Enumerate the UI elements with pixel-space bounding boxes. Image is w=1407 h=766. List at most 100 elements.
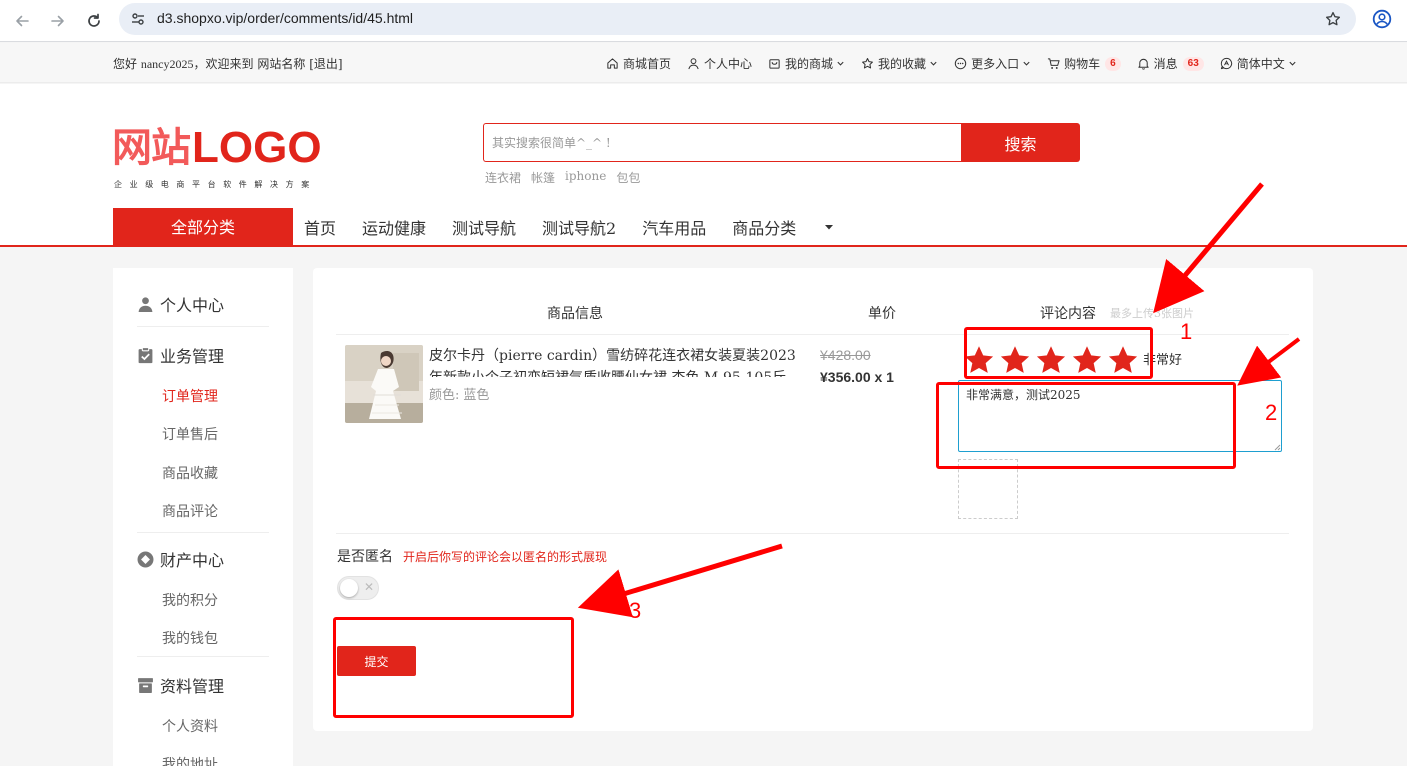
top-link-label: 消息 <box>1153 57 1178 71</box>
product-title[interactable]: 皮尔卡丹（pierre cardin）雪纺碎花连衣裙女装夏装2023年新款小个子… <box>429 345 799 377</box>
anonymous-toggle[interactable]: ✕ <box>337 576 379 600</box>
sidebar-divider <box>137 532 269 533</box>
hot-search-words: 连衣裙 帐篷 iphone 包包 <box>485 169 650 186</box>
address-bar[interactable]: d3.shopxo.vip/order/comments/id/45.html <box>119 3 1356 35</box>
table-divider <box>336 533 1289 534</box>
resize-handle-icon[interactable] <box>1274 444 1281 451</box>
sidebar-group-title: 个人中心 <box>160 296 225 315</box>
image-upload-slot[interactable] <box>958 459 1018 519</box>
nav-item-test-nav[interactable]: 测试导航 <box>452 215 516 239</box>
product-spec-value: 蓝色 <box>463 388 490 403</box>
top-link-label: 个人中心 <box>704 57 753 71</box>
sidebar-item-reviews[interactable]: 商品评论 <box>162 501 218 521</box>
person-icon <box>137 296 154 313</box>
nav-item-auto-supplies[interactable]: 汽车用品 <box>642 215 706 239</box>
anonymous-hint: 开启后你写的评论会以匿名的形式展现 <box>403 550 608 564</box>
sidebar-item-after-sales[interactable]: 订单售后 <box>162 424 218 444</box>
bookmark-star-icon[interactable] <box>1324 10 1342 28</box>
column-header-price: 单价 <box>868 306 896 322</box>
sidebar-group-title: 业务管理 <box>160 347 225 366</box>
nav-item-product-categories[interactable]: 商品分类 <box>732 215 860 239</box>
toggle-off-icon: ✕ <box>364 580 375 594</box>
comment-textarea[interactable]: 非常满意，测试2025 <box>958 380 1282 452</box>
top-link-my-mall[interactable]: 我的商城 <box>768 55 845 72</box>
top-link-label: 简体中文 <box>1236 57 1285 71</box>
nav-item-home[interactable]: 首页 <box>304 215 336 239</box>
top-link-language[interactable]: 简体中文 <box>1220 55 1297 72</box>
nav-item-test-nav-2[interactable]: 测试导航2 <box>542 215 616 239</box>
site-logo[interactable]: 网站 LOGO <box>112 124 322 172</box>
username[interactable]: nancy2025 <box>141 57 194 71</box>
reload-icon[interactable] <box>82 9 106 33</box>
sidebar-item-points[interactable]: 我的积分 <box>162 590 218 610</box>
top-link-label: 更多入口 <box>971 57 1020 71</box>
top-link-home[interactable]: 商城首页 <box>606 55 671 72</box>
top-link-label: 购物车 <box>1064 57 1101 71</box>
logout-link[interactable]: [退出] <box>309 57 342 71</box>
logo-english: LOGO <box>192 123 322 172</box>
star-1-icon[interactable] <box>963 345 995 375</box>
top-link-favorites[interactable]: 我的收藏 <box>861 55 938 72</box>
cart-count-badge: 6 <box>1105 56 1121 71</box>
cart-icon <box>1047 57 1060 70</box>
hot-word[interactable]: 连衣裙 <box>485 169 521 186</box>
all-categories-button[interactable]: 全部分类 <box>113 208 293 247</box>
profile-icon[interactable] <box>1372 9 1392 29</box>
rating-stars <box>963 345 1143 375</box>
sidebar-group-profile[interactable]: 资料管理 <box>137 673 224 697</box>
search-box <box>483 123 961 162</box>
user-sidebar: 个人中心 业务管理 订单管理 订单售后 商品收藏 商品评论 财产中心 我的积分 … <box>113 268 293 766</box>
sidebar-divider <box>137 656 269 657</box>
chevron-down-icon <box>836 59 845 68</box>
sidebar-item-order-management[interactable]: 订单管理 <box>162 386 218 406</box>
url-text[interactable]: d3.shopxo.vip/order/comments/id/45.html <box>157 10 413 26</box>
sidebar-item-addresses[interactable]: 我的地址 <box>162 754 218 766</box>
shop-icon <box>768 57 781 70</box>
rating-text: 非常好 <box>1143 353 1183 368</box>
star-3-icon[interactable] <box>1035 345 1067 375</box>
hot-word[interactable]: 包包 <box>616 169 640 186</box>
sidebar-group-business[interactable]: 业务管理 <box>137 343 224 367</box>
top-link-user-center[interactable]: 个人中心 <box>687 55 752 72</box>
chevron-down-icon <box>929 59 938 68</box>
column-header-comment: 评论内容 <box>1040 306 1096 322</box>
site-settings-icon[interactable] <box>130 11 146 27</box>
hot-word[interactable]: 帐篷 <box>531 169 555 186</box>
upload-limit-hint: 最多上传3张图片 <box>1110 307 1194 320</box>
toggle-knob <box>340 579 358 597</box>
sidebar-item-personal-info[interactable]: 个人资料 <box>162 716 218 736</box>
sidebar-group-personal-center[interactable]: 个人中心 <box>137 292 224 316</box>
site-header: 网站 LOGO 企业级电商平台软件解决方案 搜索 连衣裙 帐篷 iphone 包… <box>0 84 1407 247</box>
top-links: 商城首页 个人中心 我的商城 我的收藏 更多入口 购物车 6 消息 63 简体中… <box>606 55 1313 72</box>
sidebar-group-assets[interactable]: 财产中心 <box>137 547 224 571</box>
caret-down-icon <box>824 222 834 232</box>
browser-toolbar: d3.shopxo.vip/order/comments/id/45.html <box>0 0 1407 42</box>
submit-button[interactable]: 提交 <box>337 646 416 676</box>
language-icon <box>1220 57 1233 70</box>
star-4-icon[interactable] <box>1071 345 1103 375</box>
search-button[interactable]: 搜索 <box>961 123 1080 162</box>
welcome-message: 您好 nancy2025，欢迎来到 网站名称 [退出] <box>113 55 343 72</box>
top-bar: 您好 nancy2025，欢迎来到 网站名称 [退出] 商城首页 个人中心 我的… <box>0 43 1407 83</box>
original-price: ¥428.00 <box>820 347 871 363</box>
logo-tagline: 企业级电商平台软件解决方案 <box>114 180 317 189</box>
forward-arrow-icon[interactable] <box>46 9 70 33</box>
top-link-cart[interactable]: 购物车 6 <box>1047 55 1121 72</box>
sidebar-item-favorites[interactable]: 商品收藏 <box>162 463 218 483</box>
star-5-icon[interactable] <box>1107 345 1139 375</box>
star-outline-icon <box>861 57 874 70</box>
search-input[interactable] <box>484 124 961 161</box>
nav-item-sports-health[interactable]: 运动健康 <box>362 215 426 239</box>
star-2-icon[interactable] <box>999 345 1031 375</box>
anonymous-label: 是否匿名 <box>337 549 393 565</box>
back-arrow-icon[interactable] <box>10 9 34 33</box>
sidebar-group-title: 财产中心 <box>160 551 225 570</box>
product-thumbnail[interactable] <box>345 345 423 423</box>
message-count-badge: 63 <box>1182 56 1204 71</box>
hot-word[interactable]: iphone <box>565 169 606 186</box>
sidebar-item-wallet[interactable]: 我的钱包 <box>162 628 218 648</box>
chevron-down-icon <box>1022 59 1031 68</box>
diamond-circle-icon <box>137 551 154 568</box>
top-link-messages[interactable]: 消息 63 <box>1137 55 1204 72</box>
top-link-more[interactable]: 更多入口 <box>954 55 1031 72</box>
